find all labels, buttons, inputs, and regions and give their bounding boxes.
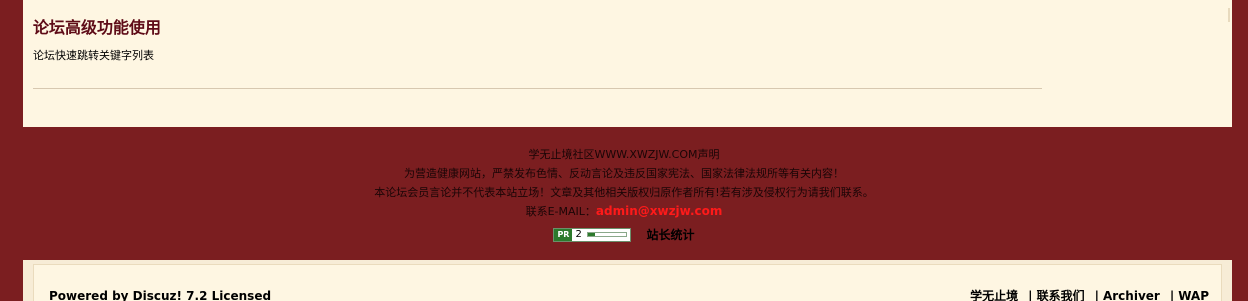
- panel-edge-decoration: [1228, 8, 1230, 22]
- link-separator: |: [1169, 289, 1175, 301]
- bottom-panel: Powered by Discuz! 7.2 Licensed 学无止境 | 联系我…: [23, 260, 1232, 301]
- content-section: 论坛高级功能使用 论坛快速跳转关键字列表: [33, 0, 1042, 89]
- pagerank-label: PR: [554, 228, 573, 241]
- link-wap[interactable]: WAP: [1178, 289, 1209, 301]
- site-stats-link[interactable]: 站长统计: [647, 226, 695, 243]
- link-separator: |: [1094, 289, 1099, 301]
- link-archiver[interactable]: Archiver: [1103, 289, 1160, 301]
- email-label: 联系E-MAIL：: [525, 205, 596, 218]
- pagerank-badge[interactable]: PR 2: [553, 227, 632, 242]
- link-home[interactable]: 学无止境: [970, 289, 1018, 301]
- bottom-bar: Powered by Discuz! 7.2 Licensed 学无止境 | 联系我…: [33, 264, 1222, 301]
- badge-row: PR 2 站长统计: [0, 224, 1248, 243]
- pagerank-bar: [586, 232, 627, 237]
- email-link[interactable]: admin@xwzjw.com: [596, 204, 723, 218]
- pagerank-bar-fill: [587, 233, 596, 236]
- statement-line-2: 本论坛会员言论并不代表本站立场！文章及其他相关版权归原作者所有!若有涉及侵权行为…: [374, 186, 874, 199]
- powered-by-text: Powered by Discuz! 7.2 Licensed: [49, 289, 272, 301]
- statement-line-1: 为营造健康网站，严禁发布色情、反动言论及违反国家宪法、国家法律法规所等有关内容！: [404, 167, 844, 180]
- subtitle-link[interactable]: 论坛快速跳转关键字列表: [33, 47, 154, 63]
- footer-statement: 学无止境社区WWW.XWZJW.COM声明 为营造健康网站，严禁发布色情、反动言…: [0, 145, 1248, 221]
- contact-email-line: 联系E-MAIL：admin@xwzjw.com: [0, 202, 1248, 221]
- page-title: 论坛高级功能使用: [33, 18, 162, 37]
- page: 论坛高级功能使用 论坛快速跳转关键字列表 学无止境社区WWW.XWZJW.COM…: [0, 0, 1248, 301]
- content-panel: 论坛高级功能使用 论坛快速跳转关键字列表: [23, 0, 1232, 127]
- bottom-links: 学无止境 | 联系我们 | Archiver | WAP: [970, 287, 1209, 301]
- pagerank-value: 2: [575, 228, 582, 240]
- statement-title: 学无止境社区WWW.XWZJW.COM声明: [528, 148, 720, 161]
- link-contact[interactable]: 联系我们: [1037, 289, 1085, 301]
- link-separator: |: [1028, 289, 1033, 301]
